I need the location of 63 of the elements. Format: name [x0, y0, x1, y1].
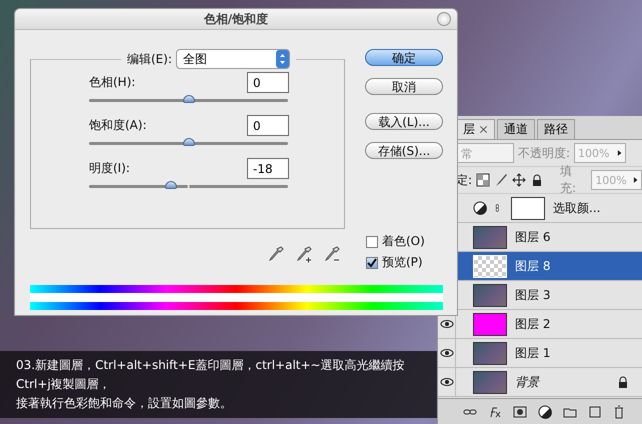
layer-thumbnail	[473, 226, 507, 248]
opacity-label: 不透明度:	[518, 144, 570, 162]
mask-icon[interactable]	[513, 404, 528, 418]
param-label: 色相(H):	[89, 74, 136, 90]
eye-icon[interactable]	[440, 375, 454, 389]
dialog-button[interactable]: 存储(S)...	[365, 142, 443, 159]
dialog-button[interactable]: 载入(L)...	[365, 113, 443, 130]
panel-tab[interactable]: 层	[456, 119, 495, 139]
checkbox[interactable]	[366, 236, 378, 248]
checkbox[interactable]	[366, 256, 378, 268]
slider-thumb[interactable]	[164, 181, 177, 189]
param-label: 明度(I):	[89, 160, 130, 176]
dialog-title: 色相/饱和度	[204, 10, 268, 28]
stepper-icon	[276, 50, 289, 68]
close-icon[interactable]	[479, 125, 488, 134]
checkbox-label: 预览(P)	[382, 254, 423, 271]
panel-tab[interactable]: 路径	[537, 119, 575, 139]
layer-name: 图层 2	[515, 316, 552, 332]
eye-icon[interactable]	[440, 346, 454, 360]
move-icon[interactable]	[512, 173, 526, 187]
layer-row[interactable]: 选取颜...	[456, 194, 642, 222]
half-circle-icon[interactable]	[538, 404, 552, 418]
caption-text: 03.新建圖層，Ctrl+alt+shift+E蓋印圖層，ctrl+alt+~選取高光繼續按Ctrl+j複製圖層， 接著執行色彩飽和命令，設置如圖參數。	[16, 357, 406, 412]
slider-thumb[interactable]	[182, 95, 194, 103]
layer-thumbnail	[473, 284, 507, 306]
layer-thumbnail	[511, 196, 545, 220]
layer-row[interactable]: 图层 6	[456, 223, 642, 251]
eyedropper-icon[interactable]	[268, 245, 284, 263]
layer-name: 选取颜...	[553, 200, 602, 216]
layer-row[interactable]: 图层 2	[456, 310, 642, 338]
value-field[interactable]: -18	[247, 158, 289, 178]
layer-row[interactable]: 图层 3	[456, 281, 642, 309]
brush-icon[interactable]	[494, 173, 508, 187]
new-layer-icon[interactable]	[588, 404, 602, 418]
checkbox-label: 着色(O)	[382, 233, 425, 250]
eyedropper-plus-icon[interactable]	[296, 245, 312, 263]
eyedropper-minus-icon[interactable]	[324, 245, 340, 263]
panel-tab[interactable]: 通道	[497, 119, 535, 139]
slider-thumb[interactable]	[182, 138, 194, 146]
checker-icon[interactable]	[476, 173, 490, 187]
layer-name: 图层 3	[515, 286, 552, 304]
value-field[interactable]: 0	[247, 114, 289, 136]
layer-name: 图层 8	[515, 258, 552, 274]
fx-icon[interactable]	[488, 404, 502, 418]
edit-label: 编辑(E):	[127, 50, 172, 68]
value-field[interactable]: 0	[247, 72, 289, 92]
layer-name: 图层 1	[515, 344, 552, 362]
edit-dropdown[interactable]: 全图	[176, 49, 290, 69]
layer-name: 背景	[515, 374, 541, 390]
half-circle-icon	[473, 201, 487, 215]
layer-thumbnail	[473, 370, 507, 394]
close-button[interactable]	[437, 12, 451, 26]
param-label: 饱和度(A):	[89, 116, 147, 134]
fill-label: 填充:	[560, 163, 578, 197]
layer-row[interactable]: 背景	[456, 368, 642, 396]
layer-row[interactable]: 图层 1	[456, 339, 642, 367]
layer-name: 图层 6	[515, 228, 552, 246]
dialog-button[interactable]: 取消	[365, 78, 443, 95]
layer-thumbnail	[473, 342, 507, 364]
dialog-button[interactable]: 确定	[365, 49, 443, 66]
layer-thumbnail	[473, 254, 507, 278]
eye-icon[interactable]	[440, 317, 454, 331]
layer-row[interactable]: 图层 8	[456, 252, 642, 280]
